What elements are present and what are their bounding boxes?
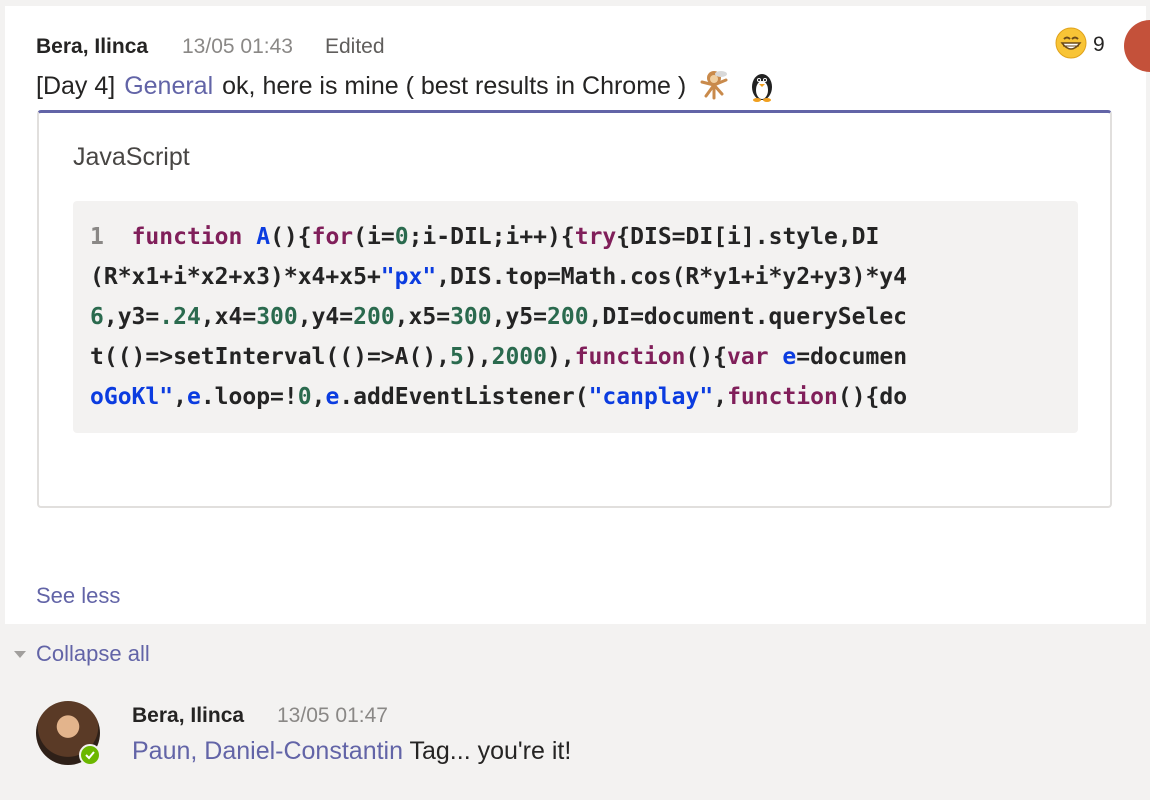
message-author[interactable]: Bera, Ilinca	[36, 35, 148, 59]
mention-link[interactable]: Paun, Daniel-Constantin	[132, 737, 403, 765]
reply-author[interactable]: Bera, Ilinca	[132, 704, 244, 728]
grinning-face-icon	[1055, 27, 1087, 64]
collapse-all-button[interactable]: Collapse all	[14, 641, 150, 667]
reply-timestamp: 13/05 01:47	[277, 704, 388, 727]
chevron-down-icon	[14, 650, 26, 658]
message-body: [Day 4] General ok, here is mine ( best …	[36, 68, 778, 104]
edited-label: Edited	[325, 35, 385, 58]
message-text: ok, here is mine ( best results in Chrom…	[222, 71, 687, 100]
code-snippet-card: JavaScript 1 function A(){for(i=0;i-DIL;…	[37, 110, 1112, 508]
see-less-link[interactable]: See less	[36, 583, 120, 609]
status-available-icon	[79, 744, 101, 766]
monkey-emoji	[696, 68, 732, 104]
message-card: Bera, Ilinca 13/05 01:43 Edited 9 [Day 4…	[5, 6, 1146, 624]
channel-link[interactable]: General	[124, 72, 213, 101]
code-text: 1 function A(){for(i=0;i-DIL;i++){try{DI…	[90, 224, 908, 410]
reply-text: Tag... you're it!	[409, 737, 572, 765]
reaction-button[interactable]: 9	[1055, 27, 1105, 64]
code-language-label: JavaScript	[73, 143, 190, 171]
penguin-emoji	[746, 69, 778, 103]
day-prefix: [Day 4]	[36, 71, 116, 100]
reaction-count: 9	[1093, 33, 1105, 56]
line-number: 1	[90, 224, 104, 250]
collapse-all-label: Collapse all	[36, 641, 150, 666]
reply-body: Paun, Daniel-Constantin Tag... you're it…	[132, 737, 571, 766]
code-block[interactable]: 1 function A(){for(i=0;i-DIL;i++){try{DI…	[73, 201, 1078, 433]
message-timestamp: 13/05 01:43	[182, 35, 293, 58]
